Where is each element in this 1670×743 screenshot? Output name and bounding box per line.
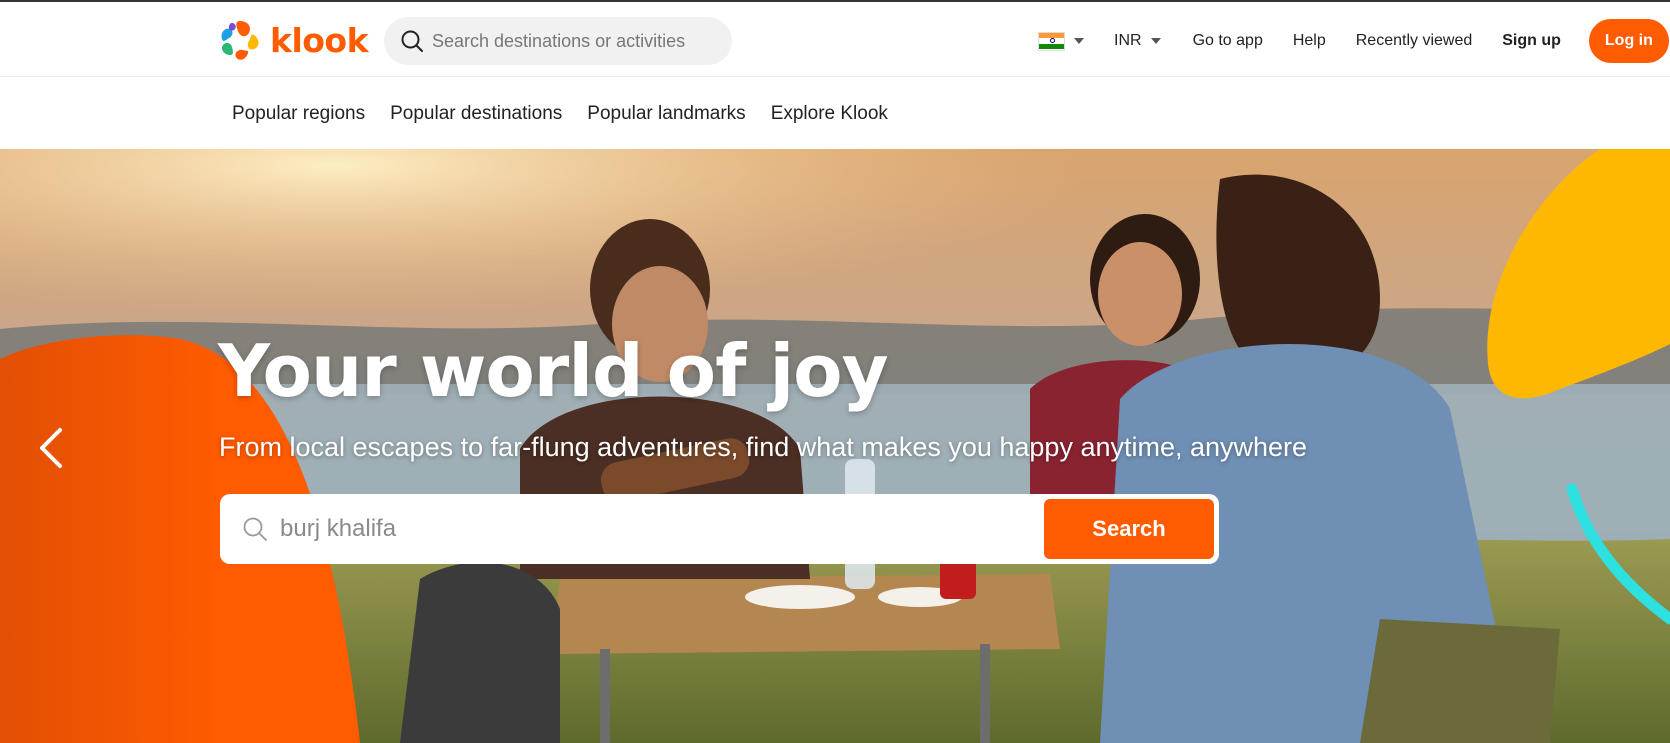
- top-header: klook INR Go to app Help Recently viewed…: [0, 2, 1670, 77]
- hero-search-button[interactable]: Search: [1044, 499, 1214, 559]
- nav-popular-landmarks[interactable]: Popular landmarks: [587, 103, 745, 125]
- hero-search-bar[interactable]: burj khalifa Search: [220, 494, 1219, 564]
- sub-navigation: Popular regions Popular destinations Pop…: [0, 78, 1670, 149]
- hero-search-input[interactable]: burj khalifa: [280, 515, 980, 543]
- country-selector[interactable]: [1038, 31, 1084, 51]
- recently-viewed-link[interactable]: Recently viewed: [1356, 32, 1473, 50]
- log-in-button[interactable]: Log in: [1588, 19, 1669, 63]
- caret-down-icon: [1074, 38, 1084, 44]
- search-icon: [243, 517, 267, 541]
- header-actions: INR Go to app Help Recently viewed Sign …: [1038, 16, 1669, 66]
- india-flag-icon: [1038, 31, 1065, 51]
- hero-title: Your world of joy: [218, 329, 889, 413]
- search-icon: [401, 30, 423, 52]
- currency-label: INR: [1114, 32, 1142, 49]
- hero-subtitle: From local escapes to far-flung adventur…: [219, 432, 1308, 462]
- nav-popular-destinations[interactable]: Popular destinations: [390, 103, 562, 125]
- go-to-app-link[interactable]: Go to app: [1193, 32, 1263, 50]
- logo-wordmark: klook: [270, 21, 369, 60]
- header-search-input[interactable]: [432, 30, 722, 52]
- hero-banner: Your world of joy From local escapes to …: [0, 149, 1670, 743]
- chevron-left-icon[interactable]: [36, 426, 66, 470]
- help-link[interactable]: Help: [1293, 32, 1326, 50]
- nav-popular-regions[interactable]: Popular regions: [232, 103, 365, 125]
- nav-explore-klook[interactable]: Explore Klook: [771, 103, 888, 125]
- klook-logo[interactable]: klook: [218, 19, 369, 63]
- caret-down-icon: [1150, 38, 1161, 44]
- sign-up-link[interactable]: Sign up: [1502, 32, 1561, 50]
- header-search-box[interactable]: [384, 17, 732, 65]
- currency-selector[interactable]: INR: [1114, 32, 1161, 50]
- klook-logo-icon: [221, 21, 259, 60]
